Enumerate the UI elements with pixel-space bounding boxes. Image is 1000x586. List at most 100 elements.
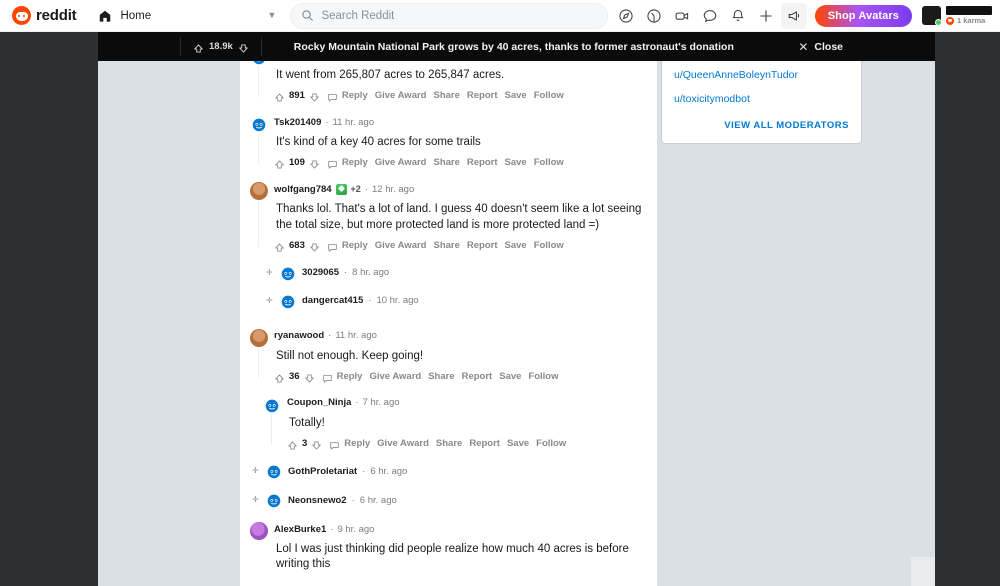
save-button[interactable]: Save: [507, 438, 529, 449]
advertise-megaphone-icon[interactable]: [780, 2, 807, 29]
avatar[interactable]: [250, 522, 268, 541]
give-award-button[interactable]: Give Award: [375, 157, 427, 168]
comment-timestamp: 11 hr. ago: [332, 116, 375, 128]
reply-button[interactable]: Reply: [342, 90, 368, 101]
expand-thread-icon[interactable]: ✛: [252, 496, 260, 504]
upvote-arrow-icon[interactable]: [274, 157, 285, 169]
nav-right-cluster: Shop Avatars 1 karma: [613, 2, 1000, 29]
share-button[interactable]: Share: [436, 438, 462, 449]
reply-bubble-icon: [329, 438, 340, 450]
comment-meta: ryanawood · 11 hr. ago: [274, 329, 657, 343]
comment-author[interactable]: Neonsnewo2: [288, 495, 347, 506]
popular-icon[interactable]: [613, 3, 639, 29]
save-button[interactable]: Save: [505, 90, 527, 101]
speedometer-icon[interactable]: [641, 3, 667, 29]
report-button[interactable]: Report: [467, 157, 498, 168]
comment-author[interactable]: dangercat415: [302, 295, 363, 306]
reddit-wordmark: reddit: [36, 7, 77, 24]
share-button[interactable]: Share: [433, 157, 459, 168]
notifications-bell-icon[interactable]: [725, 3, 751, 29]
comment-author[interactable]: Tsk201409: [274, 117, 321, 128]
comment: AlexBurke1 · 9 hr. ago Lol I was just th…: [240, 510, 657, 572]
upvote-arrow-icon[interactable]: [287, 438, 298, 450]
comment-author[interactable]: wolfgang784: [274, 184, 332, 195]
reply-button[interactable]: Reply: [342, 240, 368, 251]
expand-thread-icon[interactable]: ✛: [266, 268, 274, 277]
reply-button[interactable]: Reply: [337, 371, 363, 382]
follow-button[interactable]: Follow: [536, 438, 566, 449]
give-award-button[interactable]: Give Award: [375, 90, 427, 101]
karma-row: 1 karma: [946, 16, 992, 25]
downvote-arrow-icon[interactable]: [238, 41, 249, 53]
avatar[interactable]: [265, 462, 283, 481]
comment-timestamp: 7 hr. ago: [362, 397, 400, 409]
follow-button[interactable]: Follow: [534, 240, 564, 251]
downvote-arrow-icon[interactable]: [309, 240, 320, 252]
avatar[interactable]: [250, 328, 268, 347]
comment-author[interactable]: 3029065: [302, 267, 339, 278]
comments-column: Coupon_Ninja · 12 hr. ago It went from 2…: [240, 32, 657, 586]
save-button[interactable]: Save: [499, 371, 521, 382]
search-icon: [301, 9, 314, 22]
reply-button[interactable]: Reply: [342, 157, 368, 168]
report-button[interactable]: Report: [462, 371, 493, 382]
comment-author[interactable]: AlexBurke1: [274, 524, 326, 535]
report-button[interactable]: Report: [467, 240, 498, 251]
moderator-link[interactable]: u/toxicitymodbot: [674, 87, 849, 111]
comment-author[interactable]: Coupon_Ninja: [287, 397, 351, 408]
community-selector-dropdown[interactable]: Home ▼: [90, 3, 284, 29]
share-button[interactable]: Share: [433, 90, 459, 101]
meta-separator: ·: [368, 295, 372, 307]
downvote-arrow-icon[interactable]: [309, 157, 320, 169]
avatar[interactable]: [263, 395, 281, 414]
avatar[interactable]: [250, 182, 268, 201]
downvote-arrow-icon[interactable]: [304, 371, 315, 383]
upvote-arrow-icon[interactable]: [193, 41, 204, 53]
give-award-button[interactable]: Give Award: [375, 240, 427, 251]
award-icon[interactable]: [335, 183, 347, 195]
moderator-link[interactable]: u/QueenAnneBoleynTudor: [674, 63, 849, 87]
downvote-arrow-icon[interactable]: [309, 90, 320, 102]
comment-meta: wolfgang784 +2 · 12 hr. ago: [274, 182, 657, 196]
video-camera-icon[interactable]: [669, 3, 695, 29]
comment-author[interactable]: GothProletariat: [288, 466, 357, 477]
user-account-menu[interactable]: 1 karma: [922, 6, 994, 26]
expand-thread-icon[interactable]: ✛: [252, 467, 260, 475]
upvote-arrow-icon[interactable]: [274, 240, 285, 252]
avatar[interactable]: [250, 115, 268, 134]
shop-avatars-button[interactable]: Shop Avatars: [814, 4, 912, 27]
share-button[interactable]: Share: [428, 371, 454, 382]
avatar[interactable]: [265, 491, 283, 510]
avatar[interactable]: [279, 291, 297, 310]
give-award-button[interactable]: Give Award: [369, 371, 421, 382]
follow-button[interactable]: Follow: [528, 371, 558, 382]
comment-meta: Coupon_Ninja · 7 hr. ago: [287, 396, 657, 410]
reply-button[interactable]: Reply: [344, 438, 370, 449]
vote-group: 36: [274, 371, 315, 383]
share-button[interactable]: Share: [433, 240, 459, 251]
search-input[interactable]: Search Reddit: [290, 2, 609, 29]
reddit-snoo-logo-icon: [12, 6, 31, 25]
report-button[interactable]: Report: [467, 90, 498, 101]
view-all-moderators-link[interactable]: VIEW ALL MODERATORS: [674, 111, 849, 131]
upvote-arrow-icon[interactable]: [274, 90, 285, 102]
comment-author[interactable]: ryanawood: [274, 330, 324, 341]
avatar[interactable]: [279, 263, 297, 282]
expand-thread-icon[interactable]: ✛: [266, 296, 274, 305]
create-post-plus-icon[interactable]: [753, 3, 779, 29]
upvote-arrow-icon[interactable]: [274, 371, 285, 383]
banner-vote-count: 18.9k: [209, 41, 233, 52]
follow-button[interactable]: Follow: [534, 90, 564, 101]
report-button[interactable]: Report: [469, 438, 500, 449]
banner-title[interactable]: Rocky Mountain National Park grows by 40…: [294, 41, 734, 53]
downvote-arrow-icon[interactable]: [311, 438, 322, 450]
give-award-button[interactable]: Give Award: [377, 438, 429, 449]
follow-button[interactable]: Follow: [534, 157, 564, 168]
comment-actions: 36 Reply Give Award Share Report Save Fo…: [274, 364, 657, 383]
close-banner-button[interactable]: ✕ Close: [798, 41, 843, 53]
save-button[interactable]: Save: [505, 240, 527, 251]
save-button[interactable]: Save: [505, 157, 527, 168]
chat-icon[interactable]: [697, 3, 723, 29]
reply-bubble-icon: [327, 240, 338, 252]
reddit-logo-home-link[interactable]: reddit: [0, 6, 86, 25]
